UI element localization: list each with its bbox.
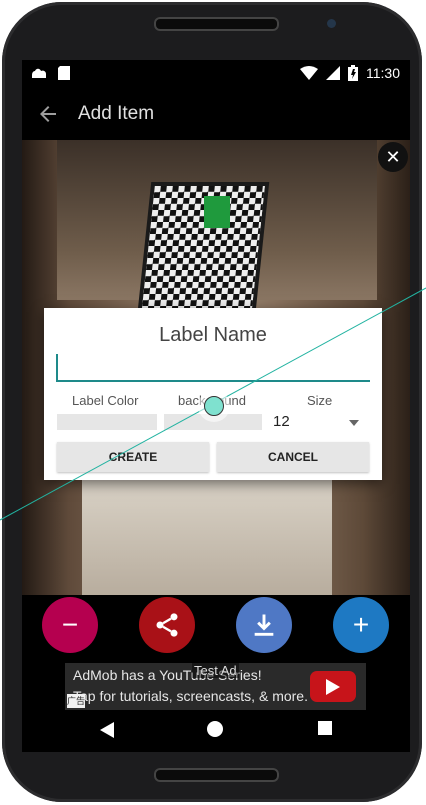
ad-badge: 广告 bbox=[67, 694, 86, 708]
size-label: Size bbox=[307, 393, 333, 408]
size-dropdown[interactable]: 12 bbox=[273, 413, 359, 433]
zoom-in-button[interactable]: + bbox=[333, 597, 389, 653]
sd-card-icon bbox=[58, 66, 70, 80]
label-color-label: Label Color bbox=[72, 393, 139, 408]
label-dialog: Label Name Label Color background Size 1… bbox=[44, 308, 382, 480]
cell-signal-icon bbox=[326, 66, 340, 80]
green-marker bbox=[204, 196, 230, 228]
nav-bar bbox=[22, 710, 410, 752]
create-button[interactable]: CREATE bbox=[57, 442, 209, 472]
chevron-down-icon bbox=[349, 420, 359, 426]
top-speaker bbox=[154, 17, 279, 31]
status-time: 11:30 bbox=[366, 65, 400, 81]
share-button[interactable] bbox=[139, 597, 195, 653]
back-arrow-icon[interactable] bbox=[36, 102, 60, 126]
front-camera bbox=[327, 19, 336, 28]
app-bar: Add Item bbox=[22, 90, 410, 138]
close-icon[interactable]: ✕ bbox=[378, 142, 408, 172]
nav-back-icon[interactable] bbox=[100, 722, 114, 738]
cancel-button[interactable]: CANCEL bbox=[217, 442, 369, 472]
lower-area bbox=[82, 480, 332, 595]
label-name-input[interactable] bbox=[56, 354, 370, 382]
drag-handle[interactable] bbox=[204, 396, 224, 416]
size-value: 12 bbox=[273, 413, 290, 430]
zoom-out-button[interactable]: − bbox=[42, 597, 98, 653]
status-bar: 11:30 bbox=[22, 60, 410, 90]
wifi-icon bbox=[300, 66, 318, 80]
cloud-icon bbox=[32, 68, 46, 78]
share-icon bbox=[156, 613, 178, 637]
download-button[interactable] bbox=[236, 597, 292, 653]
nav-home-icon[interactable] bbox=[207, 721, 223, 737]
ad-subtitle: Tap for tutorials, screencasts, & more. bbox=[73, 688, 308, 704]
download-icon bbox=[254, 614, 274, 636]
dialog-title: Label Name bbox=[159, 324, 267, 346]
label-color-swatch[interactable] bbox=[57, 414, 157, 430]
battery-icon bbox=[348, 65, 358, 81]
nav-recents-icon[interactable] bbox=[318, 721, 332, 735]
bottom-speaker bbox=[154, 768, 279, 782]
page-title: Add Item bbox=[78, 103, 155, 124]
background-color-swatch[interactable] bbox=[164, 414, 262, 430]
checkerboard-target bbox=[141, 186, 265, 316]
test-ad-label: Test Ad bbox=[192, 663, 239, 678]
play-icon bbox=[326, 679, 340, 695]
